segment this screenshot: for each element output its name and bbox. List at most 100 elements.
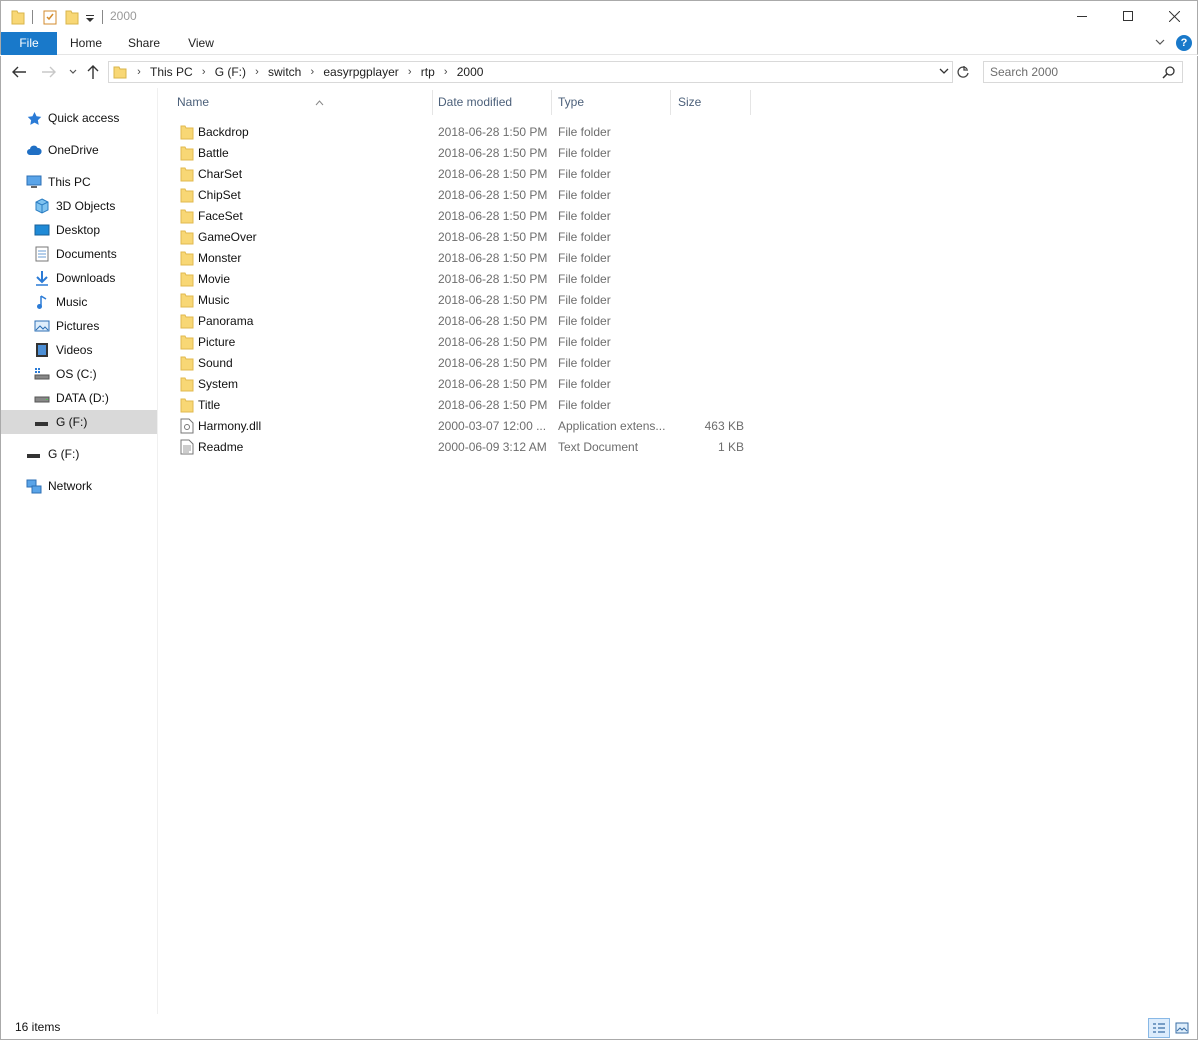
file-row[interactable]: Picture 2018-06-28 1:50 PM File folder xyxy=(175,331,755,352)
search-box[interactable] xyxy=(983,61,1183,83)
breadcrumb-g-drive[interactable]: G (F:) xyxy=(212,65,249,79)
column-header-date-modified[interactable]: Date modified xyxy=(434,90,552,115)
sidebar-item-this-pc[interactable]: This PC xyxy=(1,170,157,194)
folder-icon xyxy=(180,187,196,203)
breadcrumb-switch[interactable]: switch xyxy=(265,65,304,79)
cube-icon xyxy=(34,198,50,214)
file-row[interactable]: Movie 2018-06-28 1:50 PM File folder xyxy=(175,268,755,289)
search-icon[interactable] xyxy=(1162,65,1176,82)
sidebar-item-label: Music xyxy=(56,295,88,309)
sidebar-item-videos[interactable]: Videos xyxy=(1,338,157,362)
file-row[interactable]: Panorama 2018-06-28 1:50 PM File folder xyxy=(175,310,755,331)
sidebar-item-os-c[interactable]: OS (C:) xyxy=(1,362,157,386)
column-header-size[interactable]: Size xyxy=(672,90,751,115)
file-row[interactable]: FaceSet 2018-06-28 1:50 PM File folder xyxy=(175,205,755,226)
file-row[interactable]: CharSet 2018-06-28 1:50 PM File folder xyxy=(175,163,755,184)
tab-view[interactable]: View xyxy=(173,32,229,55)
address-dropdown-icon[interactable] xyxy=(938,65,950,80)
breadcrumb-separator-icon[interactable]: › xyxy=(402,66,418,78)
file-row[interactable]: Readme 2000-06-09 3:12 AM Text Document … xyxy=(175,436,755,457)
column-header-type[interactable]: Type xyxy=(553,90,671,115)
file-date: 2018-06-28 1:50 PM xyxy=(438,209,548,223)
sidebar-item-onedrive[interactable]: OneDrive xyxy=(1,138,157,162)
sidebar-item-data-d[interactable]: DATA (D:) xyxy=(1,386,157,410)
sidebar-item-label: Pictures xyxy=(56,319,100,333)
breadcrumb: › This PC › G (F:) › switch › easyrpgpla… xyxy=(131,62,486,82)
file-name: Title xyxy=(198,398,221,412)
breadcrumb-rtp[interactable]: rtp xyxy=(418,65,438,79)
column-header-name[interactable]: Name xyxy=(177,90,433,115)
file-row[interactable]: Sound 2018-06-28 1:50 PM File folder xyxy=(175,352,755,373)
properties-icon[interactable] xyxy=(43,8,57,26)
tab-file[interactable]: File xyxy=(1,32,57,55)
file-size: 1 KB xyxy=(717,440,744,454)
close-button[interactable] xyxy=(1151,1,1197,31)
file-type: File folder xyxy=(558,272,611,286)
breadcrumb-this-pc[interactable]: This PC xyxy=(147,65,196,79)
folder-icon xyxy=(180,397,196,413)
breadcrumb-separator-icon[interactable]: › xyxy=(196,66,212,78)
sidebar-item-documents[interactable]: Documents xyxy=(1,242,157,266)
sidebar-item-label: G (F:) xyxy=(48,447,80,461)
minimize-button[interactable] xyxy=(1059,1,1105,31)
recent-locations-button[interactable] xyxy=(63,62,83,82)
refresh-icon xyxy=(957,66,969,78)
details-view-button[interactable] xyxy=(1148,1018,1170,1038)
breadcrumb-separator-icon[interactable]: › xyxy=(249,66,265,78)
up-button[interactable] xyxy=(83,62,103,82)
address-bar[interactable]: › This PC › G (F:) › switch › easyrpgpla… xyxy=(108,61,953,83)
file-date: 2018-06-28 1:50 PM xyxy=(438,188,548,202)
forward-button[interactable] xyxy=(39,62,59,82)
file-row[interactable]: Harmony.dll 2000-03-07 12:00 ... Applica… xyxy=(175,415,755,436)
refresh-button[interactable] xyxy=(953,62,973,82)
folder-icon xyxy=(113,65,127,82)
text-file-icon xyxy=(180,439,196,455)
new-folder-icon[interactable] xyxy=(65,8,79,26)
document-icon xyxy=(34,246,50,262)
navigation-pane: Quick access OneDrive This PC 3D Objects… xyxy=(0,88,158,1014)
file-row[interactable]: GameOver 2018-06-28 1:50 PM File folder xyxy=(175,226,755,247)
breadcrumb-easyrpgplayer[interactable]: easyrpgplayer xyxy=(320,65,401,79)
tab-home[interactable]: Home xyxy=(57,32,115,55)
back-button[interactable] xyxy=(9,62,29,82)
sidebar-item-g-f[interactable]: G (F:) xyxy=(1,442,157,466)
tab-share[interactable]: Share xyxy=(115,32,173,55)
sidebar-item-downloads[interactable]: Downloads xyxy=(1,266,157,290)
expand-ribbon-chevron-icon[interactable] xyxy=(1154,36,1166,51)
file-row[interactable]: Monster 2018-06-28 1:50 PM File folder xyxy=(175,247,755,268)
file-row[interactable]: Battle 2018-06-28 1:50 PM File folder xyxy=(175,142,755,163)
sidebar-item-network[interactable]: Network xyxy=(1,474,157,498)
sidebar-item-label: Documents xyxy=(56,247,117,261)
maximize-button[interactable] xyxy=(1105,1,1151,31)
sidebar-item-quick-access[interactable]: Quick access xyxy=(1,106,157,130)
folder-icon xyxy=(180,208,196,224)
file-name: Picture xyxy=(198,335,236,349)
item-count: 16 items xyxy=(15,1020,61,1034)
file-type: Text Document xyxy=(558,440,639,454)
sidebar-item-label: Network xyxy=(48,479,93,493)
file-row[interactable]: ChipSet 2018-06-28 1:50 PM File folder xyxy=(175,184,755,205)
file-date: 2018-06-28 1:50 PM xyxy=(438,125,548,139)
breadcrumb-separator-icon[interactable]: › xyxy=(304,66,320,78)
sidebar-item-g-f-selected[interactable]: G (F:) xyxy=(1,410,157,434)
breadcrumb-separator-icon[interactable]: › xyxy=(131,66,147,78)
customize-quick-access-dropdown-icon[interactable] xyxy=(85,10,95,28)
large-icons-view-button[interactable] xyxy=(1171,1018,1193,1038)
sidebar-item-label: OneDrive xyxy=(48,143,99,157)
file-row[interactable]: Backdrop 2018-06-28 1:50 PM File folder xyxy=(175,121,755,142)
folder-icon xyxy=(180,313,196,329)
file-type: File folder xyxy=(558,125,611,139)
sidebar-item-music[interactable]: Music xyxy=(1,290,157,314)
cloud-icon xyxy=(26,142,42,158)
breadcrumb-2000[interactable]: 2000 xyxy=(454,65,487,79)
file-row[interactable]: System 2018-06-28 1:50 PM File folder xyxy=(175,373,755,394)
file-row[interactable]: Title 2018-06-28 1:50 PM File folder xyxy=(175,394,755,415)
sidebar-item-desktop[interactable]: Desktop xyxy=(1,218,157,242)
sidebar-item-pictures[interactable]: Pictures xyxy=(1,314,157,338)
file-date: 2000-06-09 3:12 AM xyxy=(438,440,547,454)
sidebar-item-3d-objects[interactable]: 3D Objects xyxy=(1,194,157,218)
file-row[interactable]: Music 2018-06-28 1:50 PM File folder xyxy=(175,289,755,310)
search-input[interactable] xyxy=(990,64,1160,80)
breadcrumb-separator-icon[interactable]: › xyxy=(438,66,454,78)
help-icon[interactable]: ? xyxy=(1176,35,1192,51)
